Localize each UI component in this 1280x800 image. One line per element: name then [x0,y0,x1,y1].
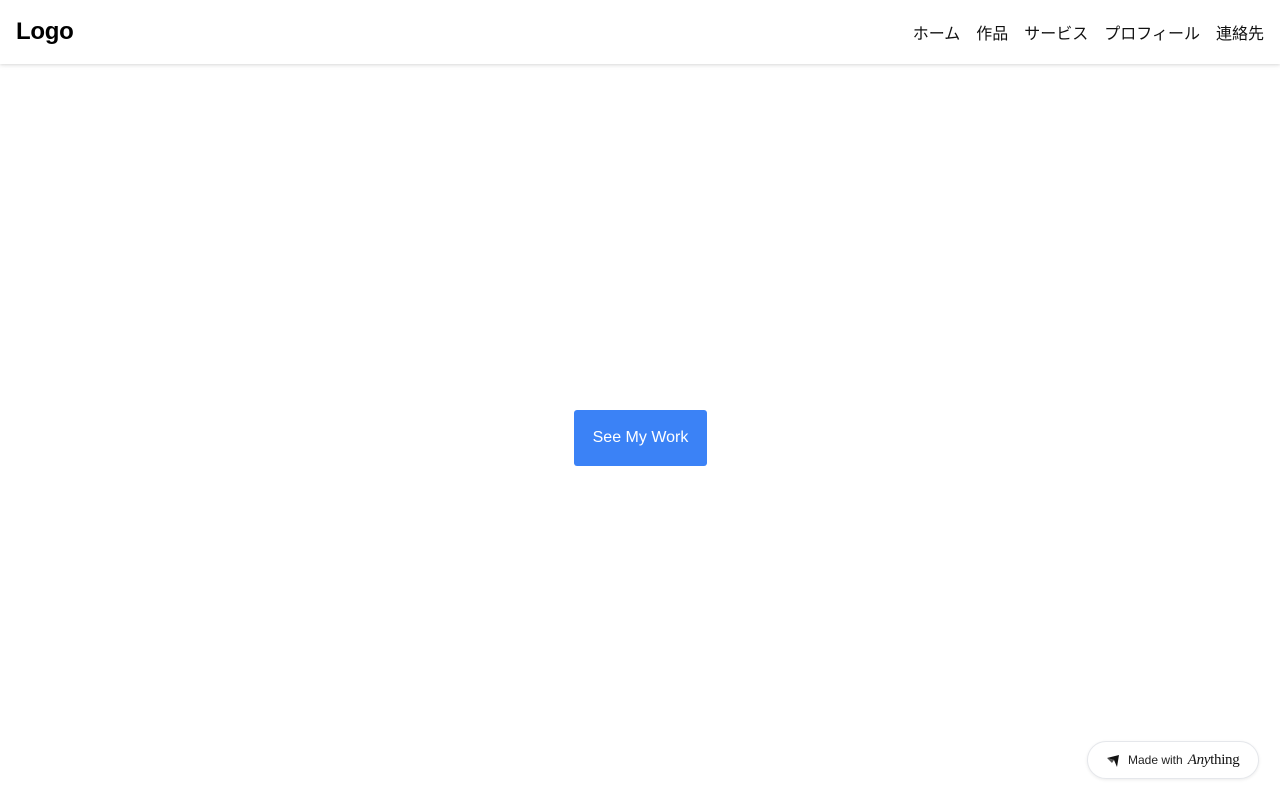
site-header: Logo ホーム 作品 サービス プロフィール 連絡先 [0,0,1280,64]
main-nav: ホーム 作品 サービス プロフィール 連絡先 [913,20,1264,44]
badge-brand-any: Any [1187,751,1211,768]
nav-item-works[interactable]: 作品 [976,20,1008,44]
badge-prefix: Made with [1128,753,1183,767]
nav-item-services[interactable]: サービス [1024,20,1088,44]
logo[interactable]: Logo [16,18,74,46]
nav-item-contact[interactable]: 連絡先 [1216,20,1264,44]
nav-item-profile[interactable]: プロフィール [1104,20,1200,44]
badge-brand-thing: thing [1210,751,1240,768]
made-with-anything-badge[interactable]: Made with Anything [1087,741,1259,779]
nav-item-home[interactable]: ホーム [913,20,961,44]
see-my-work-button[interactable]: See My Work [574,410,707,466]
anything-logo-icon [1106,753,1120,767]
badge-brand: Anything [1188,752,1240,769]
